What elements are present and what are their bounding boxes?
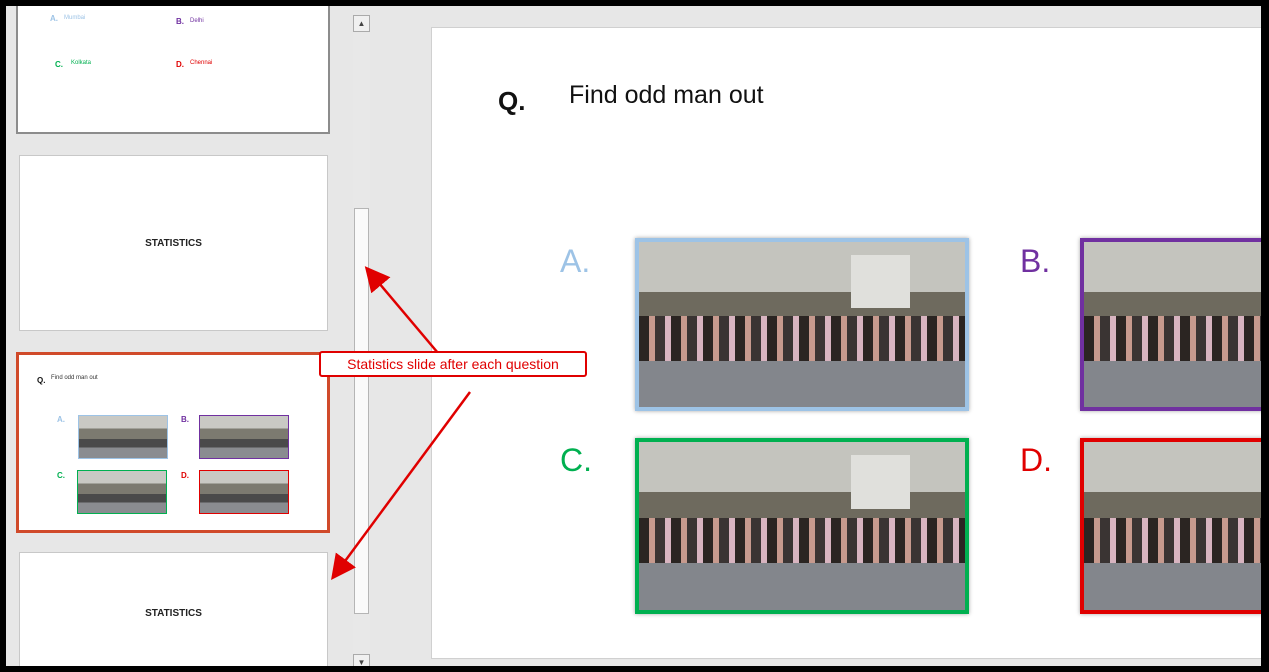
- slide-thumbnail-4[interactable]: STATISTICS: [19, 552, 328, 666]
- option-d-photo[interactable]: [1080, 438, 1261, 614]
- statistics-title: STATISTICS: [145, 608, 202, 619]
- option-b-letter: B.: [176, 17, 184, 26]
- thumb-photo-a: [78, 415, 168, 459]
- slide-thumbnail-1[interactable]: A. Mumbai B. Delhi C. Kolkata D. Chennai: [16, 6, 330, 134]
- option-a-letter: A.: [50, 14, 58, 23]
- chevron-up-icon[interactable]: ▲: [353, 15, 370, 32]
- option-a-text: Mumbai: [64, 15, 86, 21]
- statistics-title: STATISTICS: [145, 238, 202, 249]
- scrollbar-thumb[interactable]: [354, 208, 369, 614]
- option-a-label: A.: [560, 243, 591, 279]
- option-c-text: Kolkata: [71, 60, 92, 66]
- question-text: Find odd man out: [569, 81, 764, 109]
- thumb-q-mark: Q.: [37, 376, 46, 385]
- thumbnail-scrollbar[interactable]: ▲ ▼: [353, 12, 370, 666]
- option-d-label: D.: [1020, 442, 1052, 478]
- thumb-letter-c: C.: [57, 471, 65, 480]
- option-b-text: Delhi: [190, 18, 204, 24]
- powerpoint-window: A. Mumbai B. Delhi C. Kolkata D. Chennai…: [6, 6, 1261, 666]
- slide-thumbnail-3[interactable]: Q. Find odd man out A. B. C. D.: [16, 352, 330, 533]
- thumb-question: Find odd man out: [51, 375, 98, 381]
- option-c-label: C.: [560, 442, 592, 478]
- thumb-letter-a: A.: [57, 415, 65, 424]
- option-b-label: B.: [1020, 243, 1051, 279]
- thumb-photo-d: [199, 470, 289, 514]
- thumb-photo-b: [199, 415, 289, 459]
- option-a-photo[interactable]: [635, 238, 969, 411]
- slide-thumbnail-2[interactable]: STATISTICS: [19, 155, 328, 331]
- option-c-letter: C.: [55, 60, 63, 69]
- slide-thumbnail-pane: A. Mumbai B. Delhi C. Kolkata D. Chennai…: [6, 6, 346, 666]
- question-marker: Q.: [498, 86, 526, 116]
- option-b-photo[interactable]: [1080, 238, 1261, 411]
- annotation-callout: Statistics slide after each question: [319, 351, 587, 377]
- thumb-letter-b: B.: [181, 415, 189, 424]
- option-c-photo[interactable]: [635, 438, 969, 614]
- thumb-letter-d: D.: [181, 471, 189, 480]
- thumb-photo-c: [77, 470, 167, 514]
- option-d-letter: D.: [176, 60, 184, 69]
- option-d-text: Chennai: [190, 60, 213, 66]
- chevron-down-icon[interactable]: ▼: [353, 654, 370, 666]
- main-slide-canvas[interactable]: Q. Find odd man out A. B. C. D.: [431, 27, 1261, 659]
